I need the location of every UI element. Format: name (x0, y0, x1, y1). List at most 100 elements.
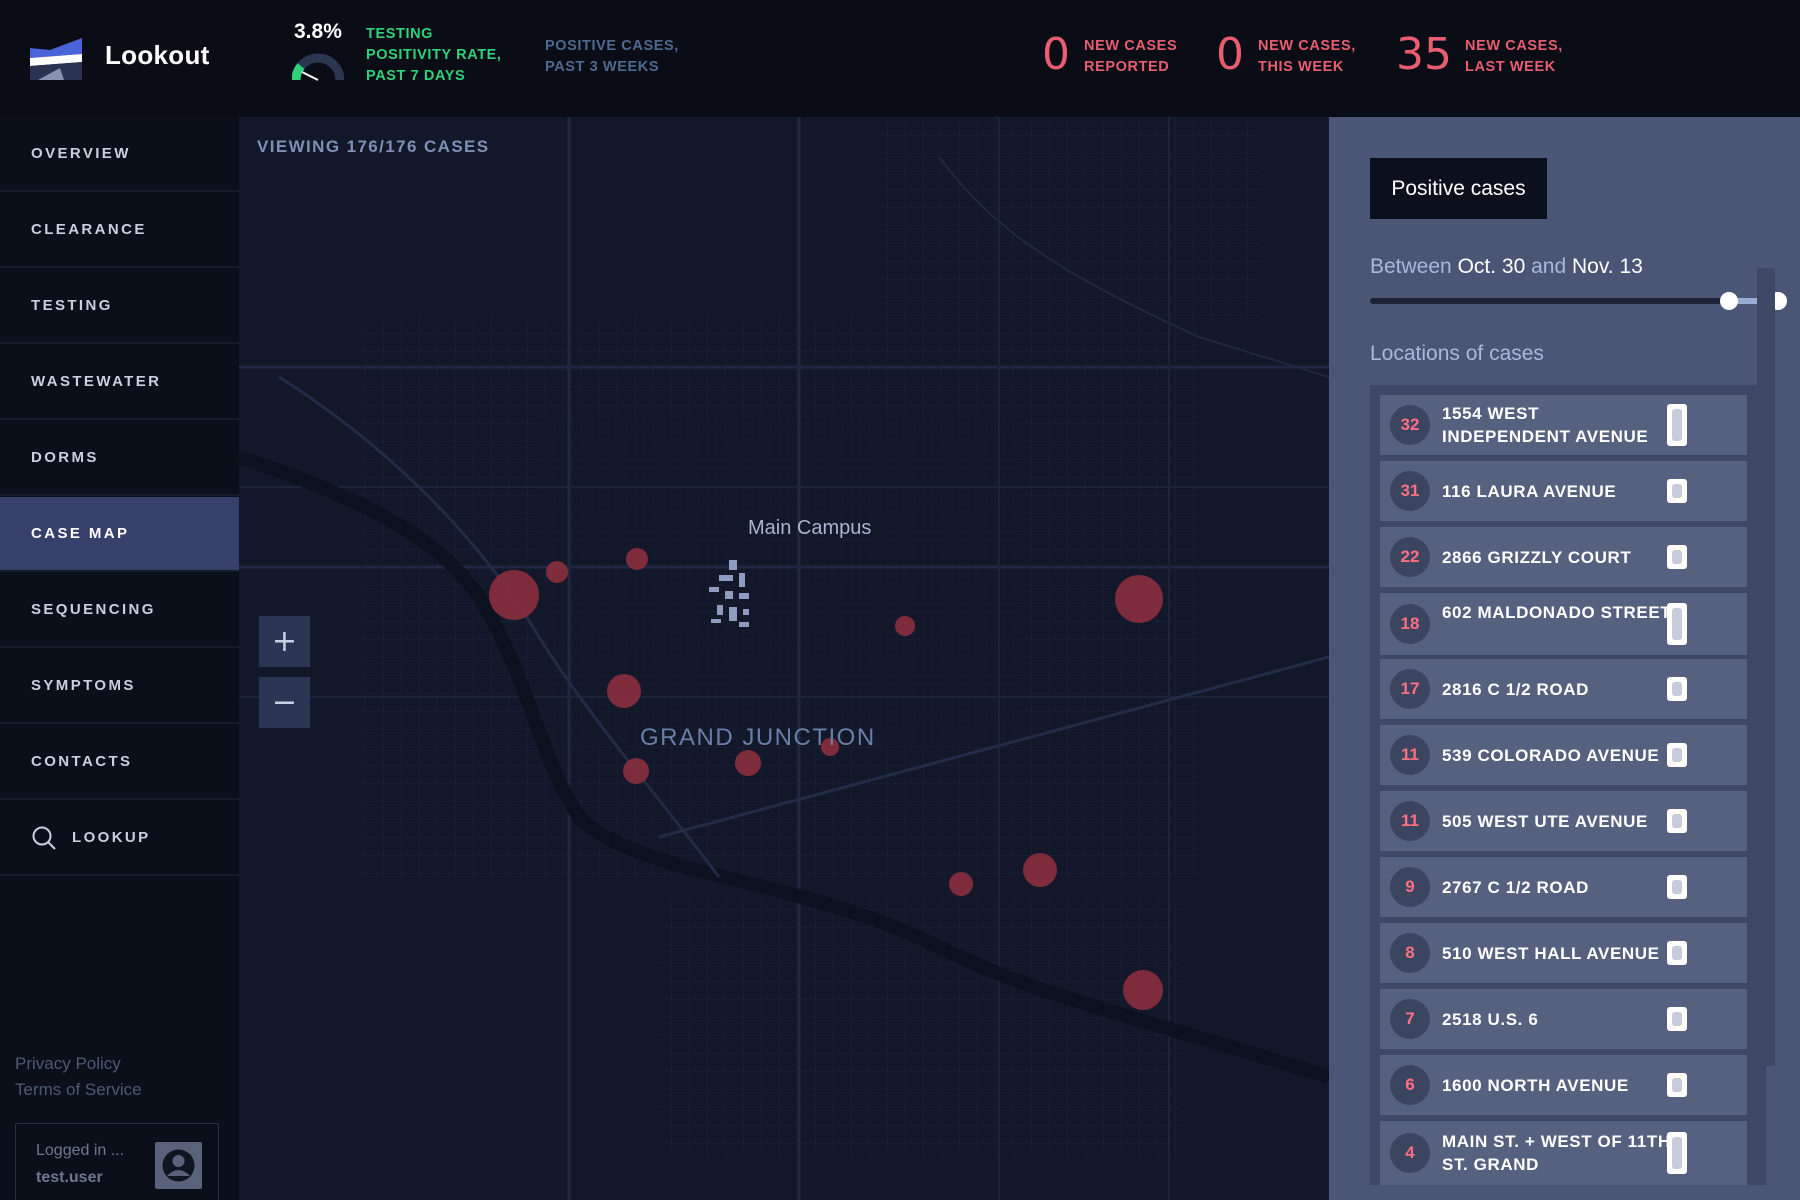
user-account-box[interactable]: Logged in ... test.user (15, 1123, 219, 1200)
sidebar-item-testing[interactable]: TESTING (0, 269, 239, 344)
location-row[interactable]: 18 602 MALDONADO STREET (1380, 593, 1747, 655)
location-toggle[interactable] (1667, 941, 1687, 965)
location-toggle[interactable] (1667, 1007, 1687, 1031)
case-marker (623, 758, 649, 784)
location-address: 505 WEST UTE AVENUE (1442, 811, 1648, 831)
app-name[interactable]: Lookout (105, 40, 210, 71)
location-row[interactable]: 11 539 COLORADO AVENUE (1380, 725, 1747, 785)
lookout-logo-icon[interactable] (30, 36, 82, 80)
sidebar-item-label: SYMPTOMS (31, 677, 136, 694)
location-address: 602 MALDONADO STREET (1442, 603, 1672, 622)
case-marker (735, 750, 761, 776)
location-address: 2816 C 1/2 ROAD (1442, 679, 1589, 699)
zoom-out-button[interactable]: − (259, 677, 310, 728)
stat-label: New cases, last week (1465, 36, 1563, 78)
case-marker (1115, 575, 1163, 623)
sidebar-item-label: TESTING (31, 297, 113, 314)
location-row[interactable]: 31 116 LAURA AVENUE (1380, 461, 1747, 521)
sidebar-item-overview[interactable]: OVERVIEW (0, 117, 239, 192)
positive-cases-tab[interactable]: Positive cases (1370, 158, 1547, 219)
location-row[interactable]: 22 2866 GRIZZLY COURT (1380, 527, 1747, 587)
location-toggle[interactable] (1667, 743, 1687, 767)
stat-value: 0 (1042, 29, 1070, 80)
sidebar-item-sequencing[interactable]: SEQUENCING (0, 573, 239, 648)
case-count-badge: 11 (1390, 735, 1430, 775)
sidebar-item-clearance[interactable]: CLEARANCE (0, 193, 239, 268)
sidebar-item-lookup[interactable]: LOOKUP (0, 801, 239, 876)
positive-cases-label: Positive cases, past 3 weeks (545, 38, 679, 75)
case-count-badge: 11 (1390, 801, 1430, 841)
privacy-policy-link[interactable]: Privacy Policy (15, 1051, 142, 1077)
stat-label-line2: reported (1084, 59, 1170, 75)
location-address: 2767 C 1/2 ROAD (1442, 877, 1589, 897)
location-address: 2866 GRIZZLY COURT (1442, 547, 1632, 567)
stat-label-line2: last week (1465, 59, 1556, 75)
location-toggle[interactable] (1667, 1073, 1687, 1097)
case-count-badge: 4 (1390, 1133, 1430, 1173)
sidebar-item-contacts[interactable]: CONTACTS (0, 725, 239, 800)
sidebar-item-wastewater[interactable]: WASTEWATER (0, 345, 239, 420)
case-map[interactable]: VIEWING 176/176 CASES Main Campus GRAND … (239, 117, 1329, 1200)
location-row[interactable]: 4 MAIN ST. + WEST OF 11TH ST. GRAND (1380, 1121, 1747, 1185)
case-count-badge: 6 (1390, 1065, 1430, 1105)
range-prefix: Between (1370, 255, 1452, 278)
sidebar-item-symptoms[interactable]: SYMPTOMS (0, 649, 239, 724)
zoom-in-button[interactable]: + (259, 616, 310, 667)
location-address: 1554 WEST INDEPENDENT AVENUE (1442, 404, 1649, 446)
case-marker (949, 872, 973, 896)
terms-of-service-link[interactable]: Terms of Service (15, 1077, 142, 1103)
date-range-slider[interactable] (1370, 298, 1778, 304)
location-row[interactable]: 11 505 WEST UTE AVENUE (1380, 791, 1747, 851)
user-silhouette-icon (162, 1149, 195, 1182)
location-address: 510 WEST HALL AVENUE (1442, 943, 1660, 963)
location-address: 2518 U.S. 6 (1442, 1009, 1539, 1029)
sidebar-item-dorms[interactable]: DORMS (0, 421, 239, 496)
footer-links: Privacy Policy Terms of Service (15, 1051, 142, 1103)
location-row[interactable]: 32 1554 WEST INDEPENDENT AVENUE (1380, 395, 1747, 455)
sidebar-nav: OVERVIEW CLEARANCE TESTING WASTEWATER DO… (0, 117, 239, 1200)
slider-start-handle[interactable] (1720, 292, 1739, 310)
case-marker (1023, 853, 1057, 887)
sidebar-item-case-map[interactable]: CASE MAP (0, 497, 239, 572)
sidebar-item-label: DORMS (31, 449, 99, 466)
location-toggle[interactable] (1667, 677, 1687, 701)
location-row[interactable]: 17 2816 C 1/2 ROAD (1380, 659, 1747, 719)
case-count-badge: 22 (1390, 537, 1430, 577)
stat-label-line1: New cases, (1465, 38, 1563, 54)
viewing-cases-count: VIEWING 176/176 CASES (257, 137, 490, 156)
location-toggle[interactable] (1667, 404, 1687, 446)
case-marker (626, 548, 648, 570)
locations-list[interactable]: 32 1554 WEST INDEPENDENT AVENUE 31 116 LAUR… (1370, 385, 1766, 1185)
location-address: 116 LAURA AVENUE (1442, 481, 1617, 501)
sidebar-item-label: OVERVIEW (31, 145, 131, 162)
sidebar-item-label: LOOKUP (72, 829, 151, 846)
locations-scrollbar[interactable] (1757, 268, 1775, 1066)
location-row[interactable]: 9 2767 C 1/2 ROAD (1380, 857, 1747, 917)
case-count-badge: 32 (1390, 405, 1430, 445)
location-toggle[interactable] (1667, 875, 1687, 899)
city-label: GRAND JUNCTION (640, 724, 876, 751)
range-and: and (1531, 255, 1567, 278)
location-toggle[interactable] (1667, 479, 1687, 503)
case-marker (1123, 970, 1163, 1010)
location-toggle[interactable] (1667, 603, 1687, 645)
stat-value: 35 (1396, 29, 1452, 80)
user-avatar-icon[interactable] (155, 1142, 202, 1189)
location-row[interactable]: 7 2518 U.S. 6 (1380, 989, 1747, 1049)
stat-label: New cases reported (1084, 36, 1177, 78)
location-toggle[interactable] (1667, 545, 1687, 569)
map-basemap (239, 117, 1329, 1200)
location-row[interactable]: 6 1600 NORTH AVENUE (1380, 1055, 1747, 1115)
location-address: 539 COLORADO AVENUE (1442, 745, 1660, 765)
locations-title: Locations of cases (1370, 342, 1544, 365)
range-end-date: Nov. 13 (1572, 255, 1643, 278)
top-header: Lookout 3.8% Testing positivity rate, pa… (0, 0, 1800, 117)
location-toggle[interactable] (1667, 1132, 1687, 1174)
case-count-badge: 18 (1390, 604, 1430, 644)
sidebar-item-label: CASE MAP (31, 525, 130, 542)
location-toggle[interactable] (1667, 809, 1687, 833)
case-marker (489, 570, 539, 620)
location-address: MAIN ST. + WEST OF 11TH ST. GRAND (1442, 1132, 1671, 1174)
cases-panel: Positive cases Between Oct. 30 and Nov. … (1329, 117, 1800, 1200)
location-row[interactable]: 8 510 WEST HALL AVENUE (1380, 923, 1747, 983)
